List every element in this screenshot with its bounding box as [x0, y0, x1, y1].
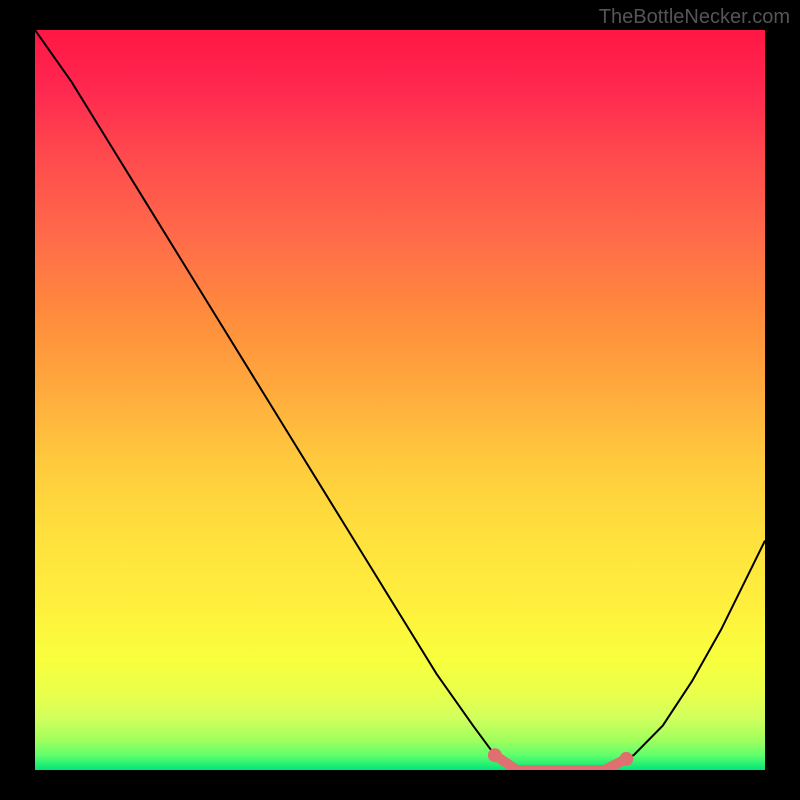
watermark-text: TheBottleNecker.com [599, 6, 790, 29]
chart-container [35, 30, 765, 770]
bottleneck-curve [35, 30, 765, 770]
